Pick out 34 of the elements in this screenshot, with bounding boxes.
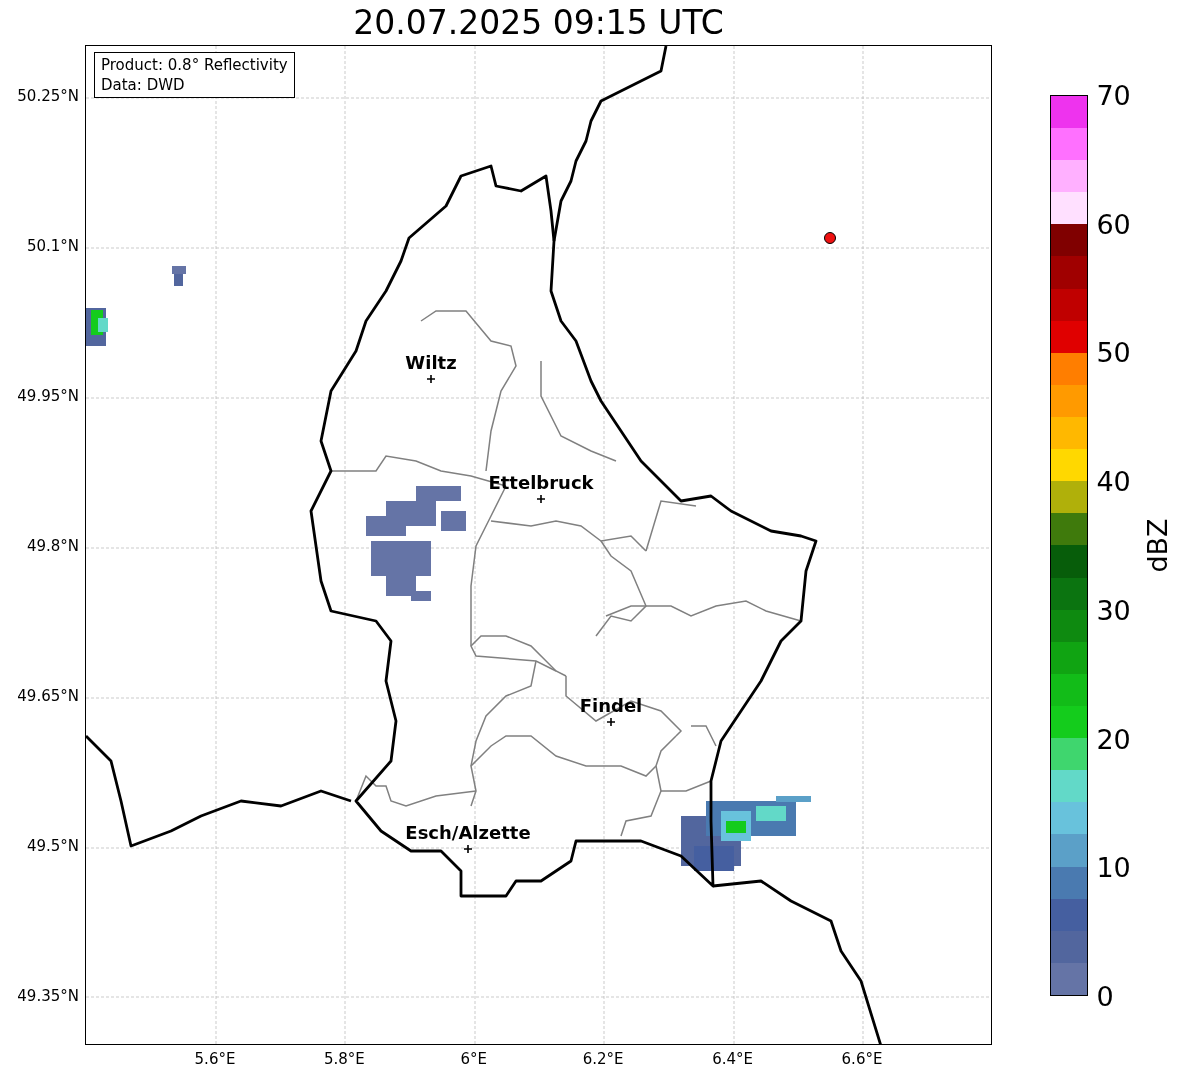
longitude-label: 5.8°E [323, 1052, 365, 1067]
colorbar-tick-label: 30 [1096, 596, 1131, 624]
city-label: Esch/Alzette [405, 824, 531, 842]
info-text: Product: 0.8° Reflectivity [101, 55, 288, 75]
colorbar-tick-label: 40 [1096, 467, 1131, 495]
colorbar-tick-label: 60 [1096, 210, 1131, 238]
latitude-label: 49.5°N [26, 839, 79, 854]
latitude-label: 49.35°N [17, 989, 79, 1004]
radar-site-marker [824, 232, 836, 244]
city-marker [606, 717, 616, 727]
latitude-label: 49.65°N [17, 689, 79, 704]
city-marker [463, 844, 473, 854]
latitude-label: 50.1°N [26, 239, 79, 254]
info-text: Data: DWD [101, 75, 186, 95]
colorbar-tick-label: 0 [1096, 982, 1114, 1010]
longitude-label: 6.6°E [841, 1052, 883, 1067]
longitude-label: 5.6°E [194, 1052, 236, 1067]
latitude-label: 49.8°N [26, 539, 79, 554]
colorbar-title: dBZ [1143, 518, 1171, 573]
longitude-label: 6.2°E [582, 1052, 624, 1067]
latitude-label: 50.25°N [17, 89, 79, 104]
city-marker [426, 374, 436, 384]
city-label: Wiltz [405, 354, 457, 372]
longitude-label: 6.4°E [712, 1052, 753, 1067]
colorbar-tick-label: 70 [1096, 81, 1131, 109]
latitude-label: 49.95°N [17, 389, 79, 404]
colorbar-tick-label: 50 [1096, 338, 1131, 366]
city-label: Findel [579, 697, 643, 715]
colorbar-tick-label: 10 [1096, 853, 1131, 881]
longitude-label: 6°E [460, 1052, 488, 1067]
chart-title: 20.07.2025 09:15 UTC [353, 6, 724, 39]
city-label: Ettelbruck [488, 474, 594, 492]
colorbar-tick-label: 20 [1096, 725, 1131, 753]
city-marker [536, 494, 546, 504]
